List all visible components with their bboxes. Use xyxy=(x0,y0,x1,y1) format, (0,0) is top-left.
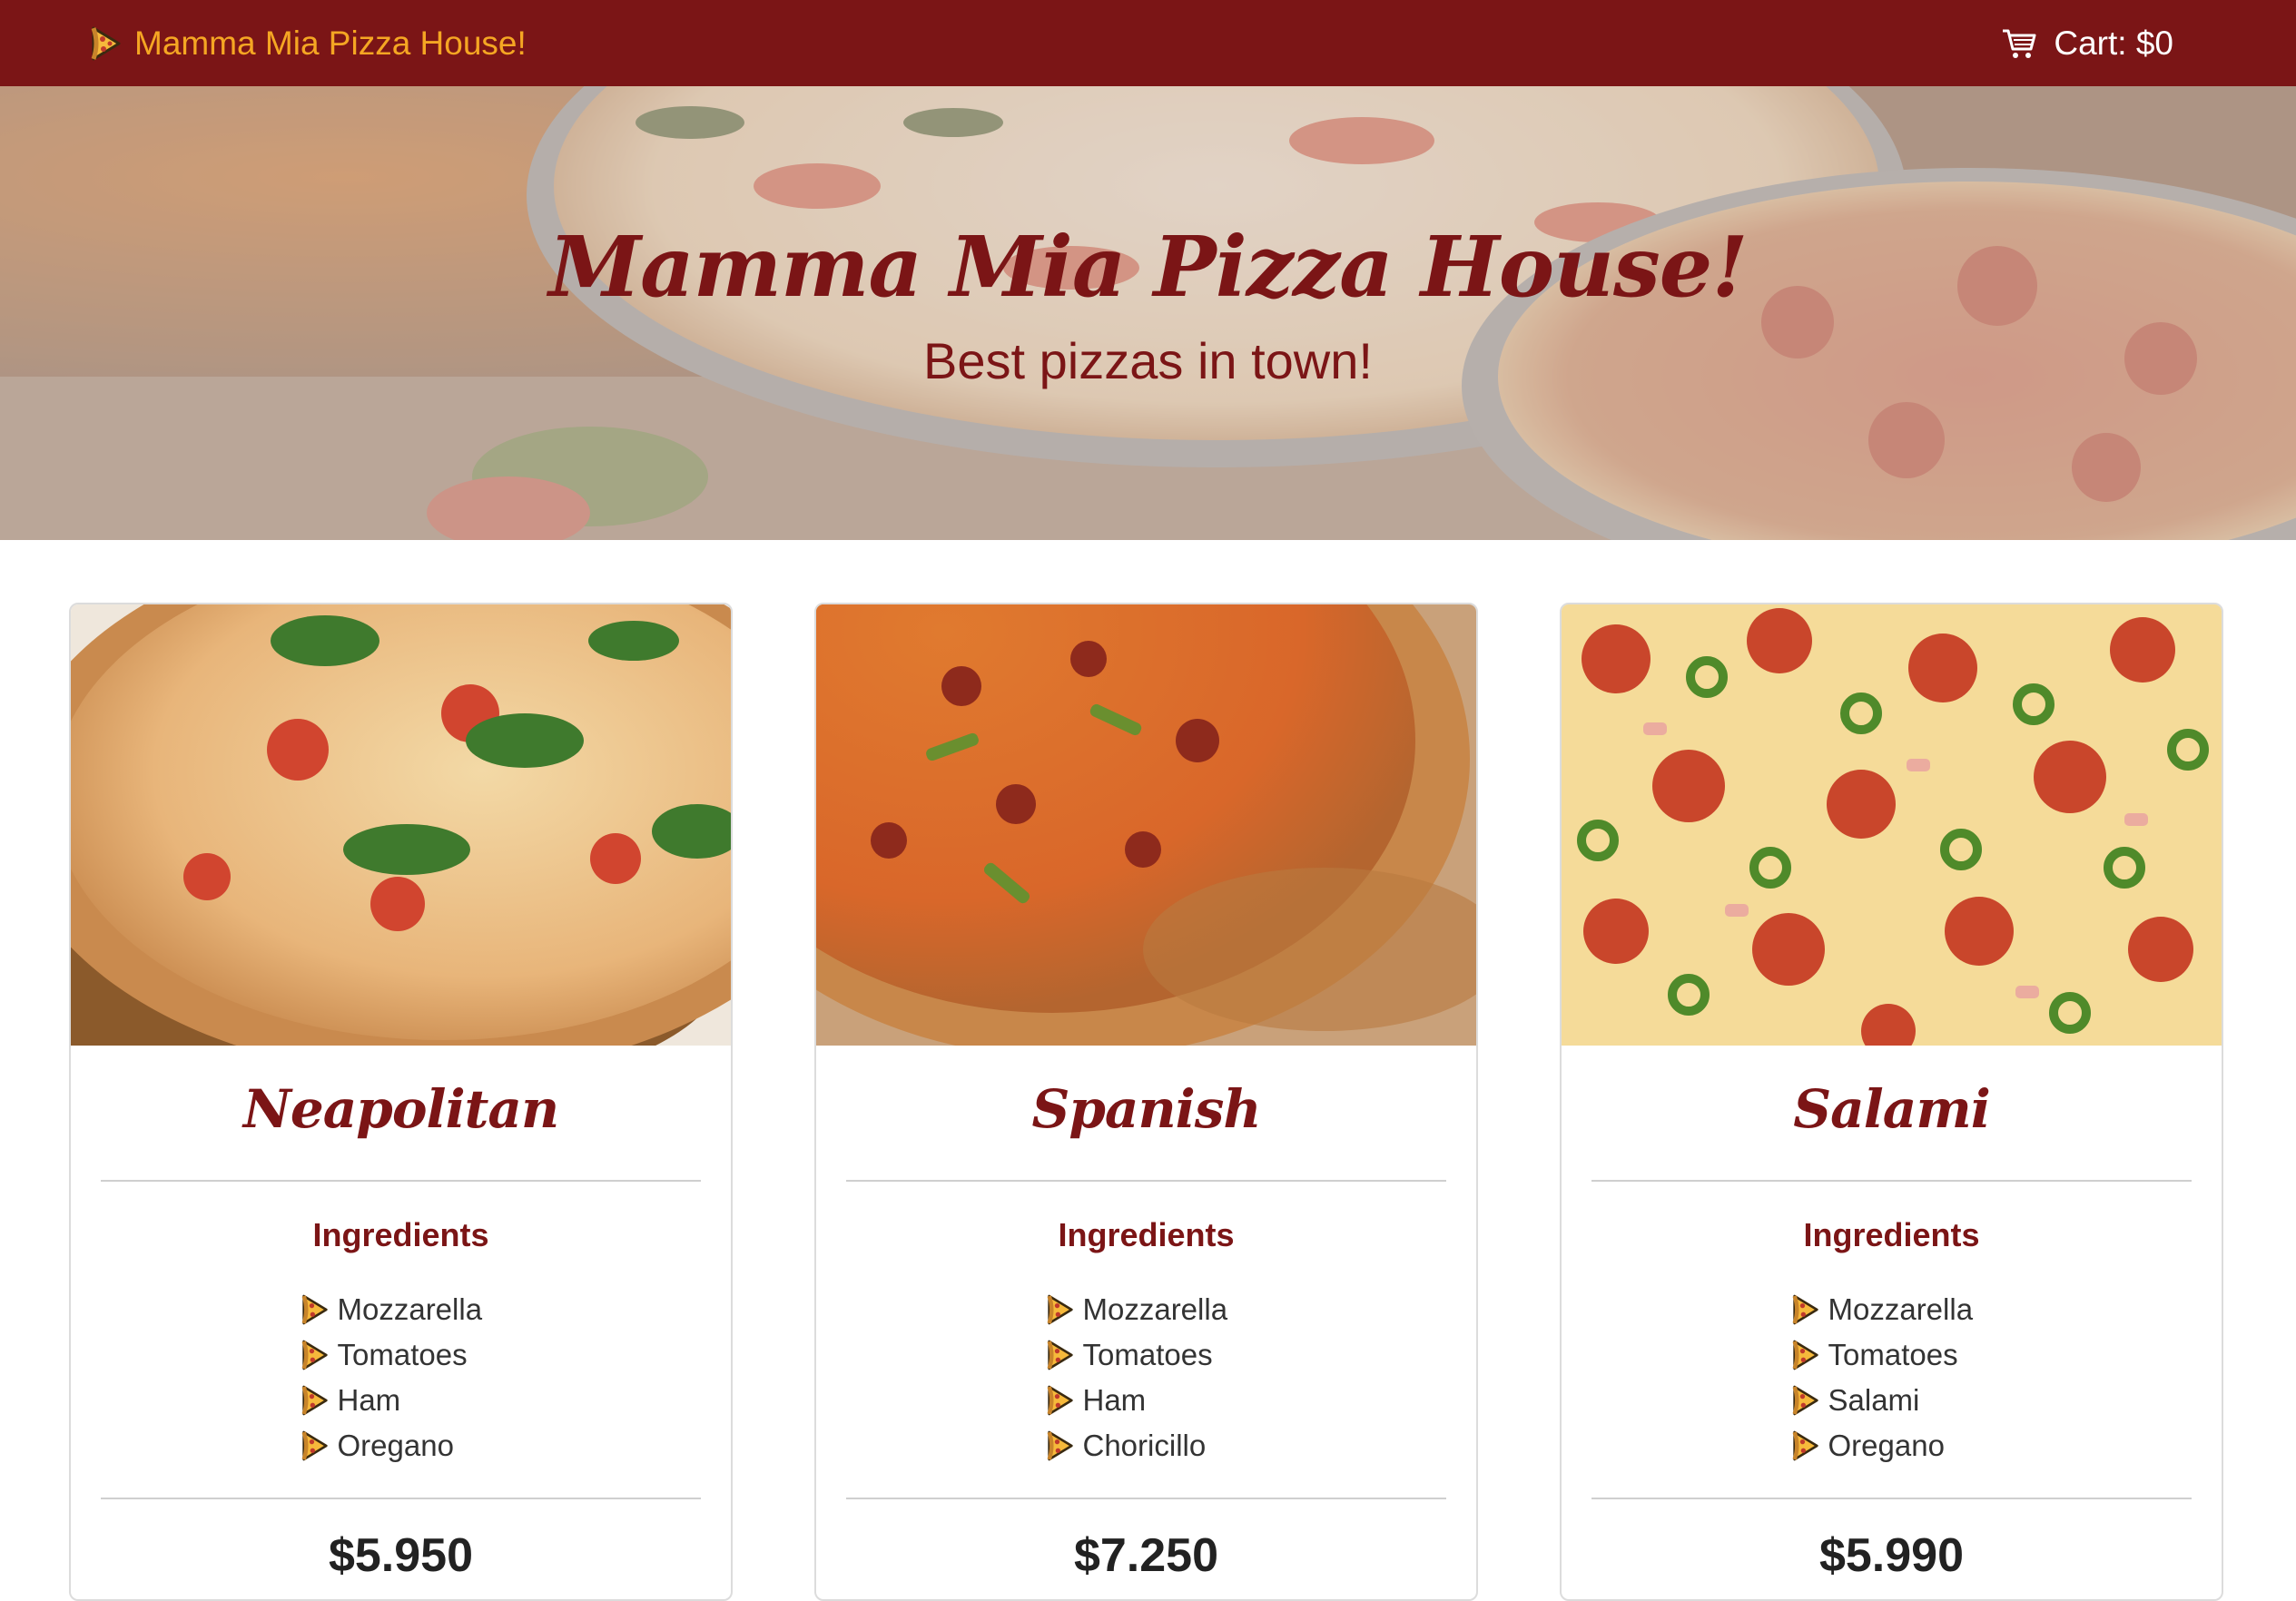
ingredients-list: Mozzarella Tomatoes Ham Oregano xyxy=(301,1287,501,1468)
ingredients-title: Ingredients xyxy=(312,1216,489,1253)
pizza-photo xyxy=(71,604,731,1046)
ingredient-label: Oregano xyxy=(1828,1429,1945,1462)
ingredient-item: Ham xyxy=(1047,1378,1247,1423)
pizza-slice-icon xyxy=(1047,1340,1074,1370)
divider xyxy=(846,1498,1446,1499)
divider xyxy=(101,1498,701,1499)
pizza-slice-icon xyxy=(1792,1340,1819,1370)
ingredient-label: Tomatoes xyxy=(1828,1338,1958,1371)
divider xyxy=(1591,1498,2192,1499)
ingredient-item: Choricillo xyxy=(1047,1423,1247,1468)
pizza-slice-icon xyxy=(1792,1430,1819,1461)
hero-title: Mamma Mia Pizza House! xyxy=(548,218,1748,316)
pizza-slice-icon xyxy=(1792,1385,1819,1416)
hero-banner: Mamma Mia Pizza House! Best pizzas in to… xyxy=(0,86,2296,540)
pizza-price: $7.250 xyxy=(1073,1529,1219,1582)
pizza-card: Salami Ingredients Mozzarella Tomatoes S… xyxy=(1560,603,2223,1601)
cart-total: Cart: $0 xyxy=(2054,24,2173,62)
ingredient-label: Choricillo xyxy=(1082,1429,1207,1462)
navbar: Mamma Mia Pizza House! Cart: $0 xyxy=(0,0,2296,86)
ingredient-item: Tomatoes xyxy=(301,1332,501,1378)
pizza-card: Neapolitan Ingredients Mozzarella Tomato… xyxy=(69,603,733,1601)
pizza-photo xyxy=(816,604,1476,1046)
pizza-price: $5.990 xyxy=(1818,1529,1965,1582)
pizza-slice-icon xyxy=(1047,1385,1074,1416)
ingredient-item: Mozzarella xyxy=(301,1287,501,1332)
ingredient-item: Oregano xyxy=(301,1423,501,1468)
ingredient-item: Mozzarella xyxy=(1047,1287,1247,1332)
ingredient-label: Salami xyxy=(1828,1383,1920,1417)
ingredient-item: Salami xyxy=(1792,1378,1992,1423)
ingredients-list: Mozzarella Tomatoes Salami Oregano xyxy=(1792,1287,1992,1468)
divider xyxy=(846,1180,1446,1182)
ingredient-label: Mozzarella xyxy=(1082,1292,1228,1326)
ingredient-label: Tomatoes xyxy=(1082,1338,1213,1371)
brand-label: Mamma Mia Pizza House! xyxy=(134,24,527,62)
divider xyxy=(1591,1180,2192,1182)
pizza-card: Spanish Ingredients Mozzarella Tomatoes … xyxy=(814,603,1478,1601)
ingredient-label: Oregano xyxy=(337,1429,454,1462)
pizza-slice-icon xyxy=(301,1294,329,1325)
pizza-slice-icon xyxy=(91,26,122,61)
pizza-name: Salami xyxy=(1793,1078,1990,1140)
pizza-slice-icon xyxy=(301,1340,329,1370)
pizza-slice-icon xyxy=(1047,1294,1074,1325)
ingredients-title: Ingredients xyxy=(1803,1216,1980,1253)
ingredient-item: Tomatoes xyxy=(1792,1332,1992,1378)
ingredient-item: Ham xyxy=(301,1378,501,1423)
pizza-photo xyxy=(1562,604,2222,1046)
brand-link[interactable]: Mamma Mia Pizza House! xyxy=(91,25,527,63)
pizza-slice-icon xyxy=(1792,1294,1819,1325)
ingredient-item: Tomatoes xyxy=(1047,1332,1247,1378)
pizza-slice-icon xyxy=(301,1385,329,1416)
divider xyxy=(101,1180,701,1182)
hero-subtitle: Best pizzas in town! xyxy=(923,332,1373,389)
shopping-cart-icon xyxy=(2001,27,2037,60)
ingredient-item: Oregano xyxy=(1792,1423,1992,1468)
ingredient-label: Mozzarella xyxy=(337,1292,483,1326)
ingredient-label: Tomatoes xyxy=(337,1338,468,1371)
ingredient-label: Ham xyxy=(1082,1383,1147,1417)
pizza-slice-icon xyxy=(301,1430,329,1461)
ingredient-item: Mozzarella xyxy=(1792,1287,1992,1332)
cart-button[interactable]: Cart: $0 xyxy=(2001,25,2173,63)
pizza-name: Neapolitan xyxy=(242,1078,559,1140)
pizza-price: $5.950 xyxy=(328,1529,474,1582)
ingredient-label: Ham xyxy=(337,1383,401,1417)
pizza-name: Spanish xyxy=(1031,1078,1261,1140)
ingredient-label: Mozzarella xyxy=(1828,1292,1974,1326)
pizza-slice-icon xyxy=(1047,1430,1074,1461)
ingredients-title: Ingredients xyxy=(1058,1216,1235,1253)
ingredients-list: Mozzarella Tomatoes Ham Choricillo xyxy=(1047,1287,1247,1468)
